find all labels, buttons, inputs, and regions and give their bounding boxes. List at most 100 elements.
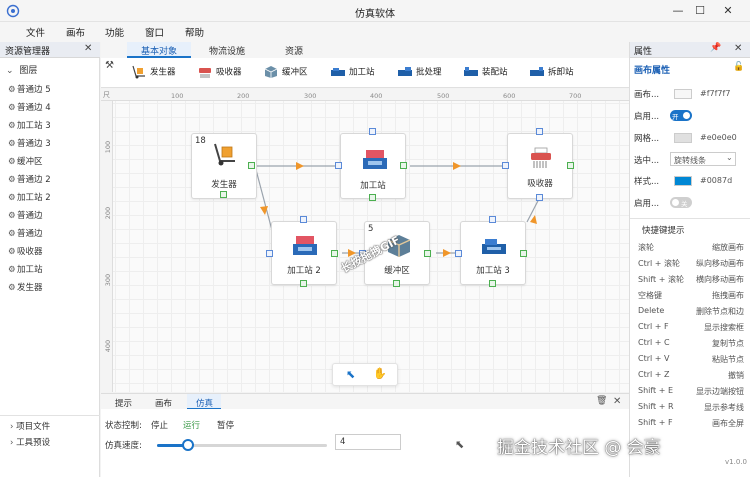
node-station-2[interactable]: 加工站 2 [271,221,337,285]
layer-item[interactable]: ⚙加工站 3 [8,119,51,131]
tool-label: 吸收器 [216,67,242,78]
output-port[interactable] [331,250,338,257]
output-port[interactable] [424,250,431,257]
speed-slider-handle[interactable] [182,439,194,451]
title-bar: 仿真软体 — ☐ ✕ [0,0,750,22]
input-port[interactable] [266,250,273,257]
gear-icon: ⚙ [8,265,16,275]
output-port[interactable] [520,250,527,257]
input-port[interactable] [335,162,342,169]
output-port[interactable] [220,191,227,198]
maximize-button[interactable]: ☐ [689,3,711,19]
output-port[interactable] [248,162,255,169]
node-absorber[interactable]: 吸收器 [507,133,573,199]
shortcut-key: 空格键 [638,291,662,300]
toggle-state: 关 [681,200,688,208]
layer-item[interactable]: ⚙普通边 5 [8,83,51,95]
layer-item[interactable]: ⚙发生器 [8,281,43,293]
output-port[interactable] [369,194,376,201]
lock-icon[interactable]: 🔓 [733,62,744,72]
close-icon[interactable]: ✕ [84,43,92,54]
gear-icon: ⚙ [8,121,16,131]
close-window-button[interactable]: ✕ [717,3,739,19]
canvas-color-swatch[interactable] [674,89,692,99]
layer-item[interactable]: ⚙普通边 2 [8,173,51,185]
shortcut-description: 显示参考线 [704,403,744,412]
input-port[interactable] [455,250,462,257]
tool-absorber-button[interactable]: 吸收器 [197,65,242,83]
gear-icon: ⚙ [8,175,16,185]
tool-presets-section[interactable]: › 工具预设 [10,436,50,448]
layer-item[interactable]: ⚙加工站 2 [8,191,51,203]
tool-generator-button[interactable]: 发生器 [131,65,176,83]
run-button[interactable]: 运行 [183,419,200,431]
tab-basic-objects[interactable]: 基本对象 [141,44,177,57]
tab-resources[interactable]: 资源 [285,44,303,57]
resource-explorer-header: 资源管理器 ✕ [0,42,100,58]
box-icon [264,66,278,78]
input-port[interactable] [536,128,543,135]
input-port[interactable] [369,128,376,135]
grid-color-swatch[interactable] [674,133,692,143]
stop-button[interactable]: 停止 [151,419,168,431]
layer-group[interactable]: ⌄ 图层 [6,63,37,76]
node-count: 5 [368,224,374,234]
menu-window[interactable]: 窗口 [145,25,164,39]
tool-batch-button[interactable]: 批处理 [397,65,442,83]
pause-button[interactable]: 暂停 [217,419,234,431]
hand-icon[interactable]: ✋ [373,367,387,380]
divider [630,218,750,219]
tool-station-button[interactable]: 加工站 [330,65,375,83]
pointer-icon[interactable]: ⬉ [346,368,355,381]
tab-canvas[interactable]: 画布 [155,397,172,409]
layer-item[interactable]: ⚙普通边 [8,227,43,239]
tool-disassembly-button[interactable]: 拆卸站 [529,65,574,83]
layer-item[interactable]: ⚙普通边 [8,209,43,221]
close-icon[interactable]: ✕ [613,396,621,407]
menu-canvas[interactable]: 画布 [66,25,85,39]
output-port[interactable] [567,162,574,169]
output-port[interactable] [300,280,307,287]
selection-style-select[interactable]: 旋转线条 ⌄ [670,152,736,166]
project-files-section[interactable]: › 项目文件 [10,420,50,432]
minimize-button[interactable]: — [667,3,689,19]
tool-assembly-button[interactable]: 装配站 [463,65,508,83]
grid-enable-toggle[interactable]: 开 [670,110,692,121]
snap-enable-toggle[interactable]: 关 [670,197,692,208]
gear-icon: ⚙ [8,85,16,95]
output-port[interactable] [489,280,496,287]
tab-hints[interactable]: 提示 [115,397,132,409]
layer-item-label: 加工站 [17,265,43,275]
layer-item[interactable]: ⚙加工站 [8,263,43,275]
tool-buffer-button[interactable]: 缓冲区 [263,65,308,83]
input-port[interactable] [536,194,543,201]
menu-help[interactable]: 帮助 [185,25,204,39]
tools-icon[interactable]: ⚒ [105,60,114,71]
input-port[interactable] [489,216,496,223]
node-station-1[interactable]: 加工站 [340,133,406,199]
output-port[interactable] [393,280,400,287]
layer-item[interactable]: ⚙吸收器 [8,245,43,257]
output-port[interactable] [400,162,407,169]
speed-label: 仿真速度: [105,441,142,451]
tab-simulation[interactable]: 仿真 [196,397,213,409]
layer-item[interactable]: ⚙缓冲区 [8,155,43,167]
style-color-swatch[interactable] [674,176,692,186]
tool-label: 拆卸站 [548,67,574,78]
node-station-3[interactable]: 加工站 3 [460,221,526,285]
edge-arrow [453,162,461,170]
close-icon[interactable]: ✕ [734,43,742,54]
layer-item[interactable]: ⚙普通边 3 [8,137,51,149]
watermark: 掘金技术社区 @ 会豪 [497,438,661,458]
layer-item-label: 普通边 [17,229,43,239]
menu-file[interactable]: 文件 [26,25,45,39]
pin-icon[interactable]: 📌 [710,43,721,53]
gear-icon: ⚙ [8,157,16,167]
menu-function[interactable]: 功能 [105,25,124,39]
input-port[interactable] [502,162,509,169]
trash-icon[interactable]: 🗑 [596,396,607,406]
speed-input[interactable]: 4 [335,434,401,450]
input-port[interactable] [300,216,307,223]
tab-logistics[interactable]: 物流设施 [209,44,245,57]
layer-item[interactable]: ⚙普通边 4 [8,101,51,113]
